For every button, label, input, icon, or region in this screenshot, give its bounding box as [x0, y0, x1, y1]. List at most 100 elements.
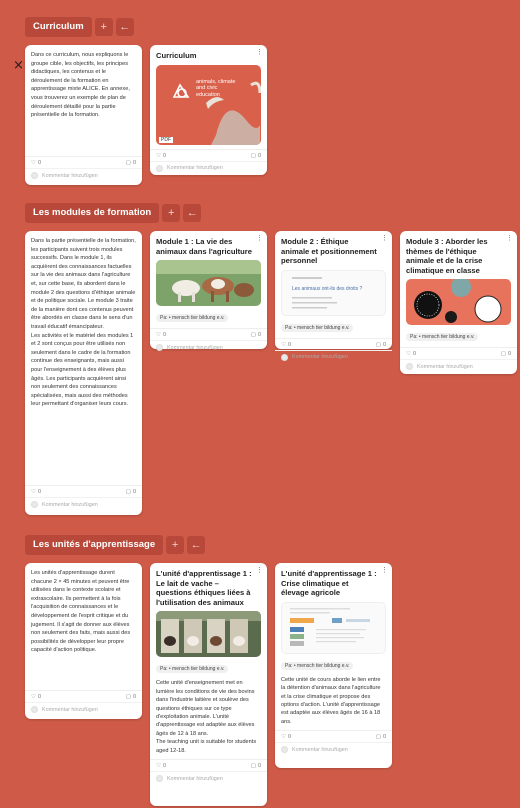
comment-icon: ▢ — [250, 332, 256, 339]
heart-icon: ♡ — [281, 341, 286, 348]
card-footer: ♡ 0 ▢ 0 — [150, 148, 267, 161]
heart-icon: ♡ — [31, 489, 36, 495]
section-header: Les modules de formation + ← — [25, 203, 517, 223]
comment-count: 0 — [507, 351, 511, 358]
comment-button[interactable]: ▢ 0 — [251, 153, 261, 159]
comment-count: 0 — [382, 341, 386, 348]
comment-placeholder: Kommentar hinzufügen — [42, 172, 98, 179]
close-icon[interactable]: × — [13, 58, 24, 73]
post-card[interactable]: ⋮ L'unité d'apprentissage 1 : Le lait de… — [150, 563, 267, 806]
comment-button[interactable]: ▢ 0 — [126, 160, 136, 166]
more-vertical-icon[interactable]: ⋮ — [381, 235, 388, 242]
add-comment-field[interactable]: Kommentar hinzufügen — [400, 359, 517, 375]
add-comment-field[interactable]: Kommentar hinzufügen — [150, 340, 267, 356]
pdf-badge: PDF — [159, 136, 173, 143]
card-footer: ♡ 0 ▢ 0 — [25, 485, 142, 497]
comment-icon: ▢ — [375, 734, 381, 741]
like-count: 0 — [162, 763, 166, 770]
card-footer: ♡ 0 ▢ 0 — [25, 156, 142, 168]
card-footer: ♡ 0 ▢ 0 — [275, 337, 392, 350]
document-thumbnail[interactable]: Les animaux ont-ils des droits ? — [281, 269, 386, 316]
author-chip[interactable]: Pa: • mensch tier bildung e.v. — [281, 661, 354, 670]
add-comment-field[interactable]: Kommentar hinzufügen — [150, 160, 267, 177]
more-vertical-icon[interactable]: ⋮ — [256, 49, 263, 56]
like-button[interactable]: ♡ 0 — [156, 153, 166, 159]
post-card[interactable]: ⋮ L'unité d'apprentissage 1 : Crise clim… — [275, 563, 392, 768]
like-button[interactable]: ♡ 0 — [31, 160, 41, 166]
cow-horns-image — [172, 81, 261, 145]
photo-thumbnail[interactable] — [156, 260, 261, 307]
avatar — [156, 775, 163, 783]
card-description: Cette unité d'enseignement met en lumièr… — [156, 680, 257, 754]
back-arrow-button[interactable]: ← — [115, 18, 134, 36]
author-chip[interactable]: Pa: • mensch tier bildung e.v. — [156, 665, 229, 674]
add-comment-field[interactable]: Kommentar hinzufügen — [275, 742, 392, 758]
post-card[interactable]: ⋮ Curriculum animals, climate and civic … — [150, 45, 267, 175]
comment-button[interactable]: ▢ 0 — [376, 342, 386, 348]
section-title[interactable]: Les modules de formation — [25, 203, 160, 223]
comment-count: 0 — [382, 734, 386, 741]
post-card[interactable]: ⋮ Module 3 : Aborder les thèmes de l'éth… — [400, 231, 517, 374]
like-button[interactable]: ♡ 0 — [281, 734, 291, 740]
add-post-button[interactable]: + — [166, 536, 185, 554]
comment-placeholder: Kommentar hinzufügen — [167, 775, 223, 782]
comment-count: 0 — [257, 152, 261, 159]
back-arrow-button[interactable]: ← — [187, 536, 206, 554]
pdf-thumbnail[interactable]: animals, climate and civic education PDF — [156, 64, 261, 145]
comment-button[interactable]: ▢ 0 — [251, 332, 261, 338]
more-vertical-icon[interactable]: ⋮ — [256, 567, 263, 574]
comment-button[interactable]: ▢ 0 — [126, 694, 136, 700]
more-vertical-icon[interactable]: ⋮ — [506, 235, 513, 242]
like-button[interactable]: ♡ 0 — [281, 342, 291, 348]
like-count: 0 — [37, 489, 41, 495]
add-comment-field[interactable]: Kommentar hinzufügen — [25, 497, 142, 513]
add-comment-field[interactable]: Kommentar hinzufügen — [275, 349, 392, 366]
section-title[interactable]: Curriculum — [25, 17, 92, 37]
add-post-button[interactable]: + — [94, 18, 113, 36]
author-chip[interactable]: Pa: • mensch tier bildung e.v. — [281, 323, 354, 332]
like-button[interactable]: ♡ 0 — [31, 694, 41, 700]
comment-button[interactable]: ▢ 0 — [126, 489, 136, 495]
card-title: Curriculum — [156, 51, 197, 60]
text-card[interactable]: Dans la partie présentielle de la format… — [25, 231, 142, 515]
comment-button[interactable]: ▢ 0 — [251, 763, 261, 769]
section-modules: Les modules de formation + ← Dans la par… — [25, 203, 517, 515]
card-title: Module 3 : Aborder les thèmes de l'éthiq… — [406, 237, 488, 275]
like-count: 0 — [412, 351, 416, 358]
text-card[interactable]: Dans ce curriculum, nous expliquons le g… — [25, 45, 142, 185]
like-count: 0 — [162, 332, 166, 339]
like-button[interactable]: ♡ 0 — [31, 489, 41, 495]
card-text: Dans ce curriculum, nous expliquons le g… — [31, 52, 130, 119]
card-footer: ♡ 0 ▢ 0 — [400, 347, 517, 359]
post-card[interactable]: ⋮ Module 2 : Éthique animale et position… — [275, 231, 392, 361]
add-comment-field[interactable]: Kommentar hinzufügen — [25, 702, 142, 718]
illustration-thumbnail[interactable] — [406, 279, 511, 326]
document-lines — [292, 276, 337, 309]
card-text: Dans la partie présentielle de la format… — [31, 238, 136, 408]
document-thumbnail[interactable] — [281, 601, 386, 654]
comment-icon: ▢ — [250, 152, 256, 159]
heart-icon: ♡ — [156, 152, 161, 159]
avatar — [406, 363, 413, 371]
comment-button[interactable]: ▢ 0 — [501, 351, 511, 357]
back-arrow-button[interactable]: ← — [183, 204, 202, 222]
add-comment-field[interactable]: Kommentar hinzufügen — [150, 771, 267, 787]
more-vertical-icon[interactable]: ⋮ — [381, 567, 388, 574]
more-vertical-icon[interactable]: ⋮ — [256, 235, 263, 242]
like-button[interactable]: ♡ 0 — [156, 763, 166, 769]
section-title[interactable]: Les unités d'apprentissage — [25, 535, 164, 555]
photo-thumbnail[interactable] — [156, 611, 261, 658]
add-post-button[interactable]: + — [162, 204, 181, 222]
add-comment-field[interactable]: Kommentar hinzufügen — [25, 168, 142, 184]
like-button[interactable]: ♡ 0 — [156, 332, 166, 338]
avatar — [281, 746, 288, 754]
author-chip[interactable]: Pa: • mensch tier bildung e.v. — [406, 333, 479, 342]
avatar — [31, 706, 38, 713]
comment-count: 0 — [132, 489, 136, 495]
section-header: Curriculum + ← — [25, 17, 275, 37]
like-button[interactable]: ♡ 0 — [406, 351, 416, 357]
text-card[interactable]: Les unités d'apprentissage durent chacun… — [25, 563, 142, 719]
post-card[interactable]: ⋮ Module 1 : La vie des animaux dans l'a… — [150, 231, 267, 352]
comment-button[interactable]: ▢ 0 — [376, 734, 386, 740]
author-chip[interactable]: Pa: • mensch tier bildung e.v. — [156, 314, 229, 323]
